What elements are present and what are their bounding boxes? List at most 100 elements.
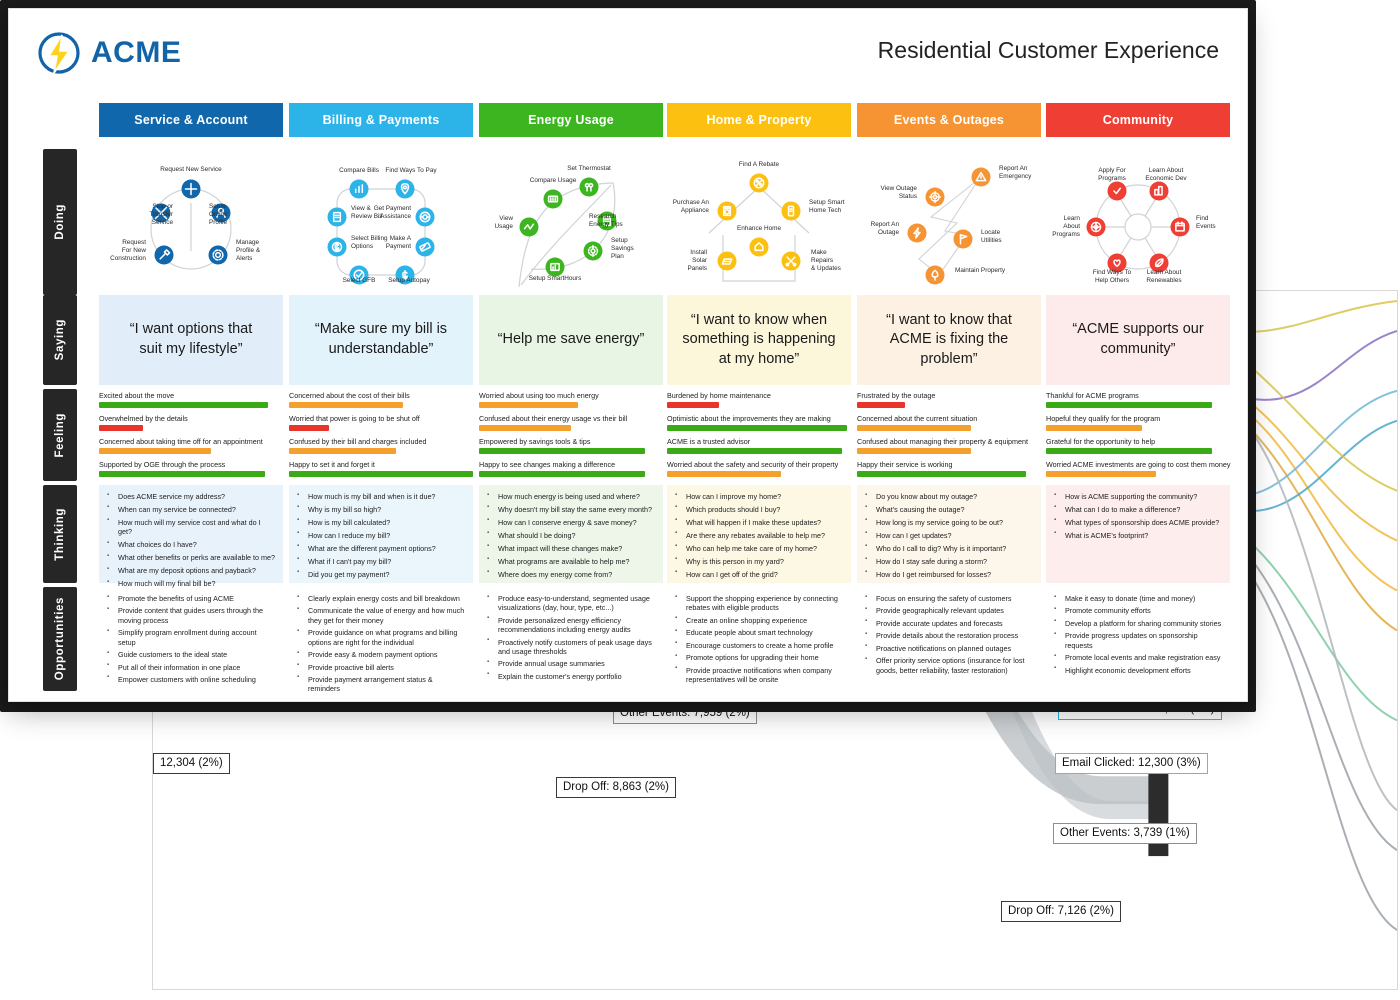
opportunity-item: Provide geographically relevant updates (863, 606, 1033, 616)
doing-node-label[interactable]: Request For New Construction (94, 239, 146, 262)
opportunity-item: Provide proactive notifications when com… (673, 665, 843, 685)
feeling-label: Worried about using too much energy (479, 391, 599, 400)
feeling-bar (99, 448, 212, 454)
opportunity-item: Focus on ensuring the safety of customer… (863, 593, 1033, 603)
opportunity-item: Produce easy-to-understand, segmented us… (485, 594, 655, 613)
thinking-item: What are my deposit options and payback? (105, 566, 275, 576)
doing-node-label[interactable]: Compare Usage (519, 177, 587, 185)
saying-quote-events-outages: “I want to know that ACME is fixing the … (857, 295, 1041, 385)
doing-node-label[interactable]: Stop or Transfer Service (121, 203, 173, 226)
thinking-item: How is ACME supporting the community? (1052, 491, 1222, 501)
feeling-bar (857, 425, 972, 431)
doing-node-label[interactable]: Find Ways To Help Others (1078, 269, 1146, 285)
thinking-item: When can my service be connected? (105, 504, 275, 514)
doing-node-label[interactable]: Manage Profile & Alerts (236, 239, 288, 262)
doing-node-label[interactable]: Maintain Property (955, 267, 1007, 275)
column-header-service-account[interactable]: Service & Account (99, 103, 283, 137)
opportunity-item: Provide details about the restoration pr… (863, 631, 1033, 641)
doing-node-label[interactable]: View Usage (461, 215, 513, 231)
row-label-text: Opportunities (54, 597, 66, 681)
doing-node-label[interactable]: Enhance Home (725, 225, 793, 233)
doing-node-label[interactable]: Find Ways To Pay (377, 167, 445, 175)
thinking-item: What can I do to make a difference? (1052, 504, 1222, 514)
feeling-label: Optimistic about the improvements they a… (667, 414, 831, 423)
thinking-item: Where does my energy come from? (485, 569, 655, 579)
feeling-item: Confused by their bill and charges inclu… (289, 437, 473, 454)
journey-map-header: ACME Residential Customer Experience (9, 9, 1247, 87)
row-label-doing: Doing (43, 149, 77, 295)
feeling-label: Happy to set it and forget it (289, 460, 375, 469)
page-title: Residential Customer Experience (877, 37, 1219, 63)
column-header-label: Home & Property (706, 113, 812, 127)
feeling-item: Frustrated by the outage (857, 391, 1041, 408)
opportunity-item: Provide progress updates on sponsorship … (1052, 631, 1222, 650)
feeling-label: Concerned about taking time off for an a… (99, 437, 263, 446)
feeling-bar (1046, 448, 1212, 454)
opportunities-cell-community: Make it easy to donate (time and money) P… (1046, 587, 1230, 691)
opportunity-item: Promote options for upgrading their home (673, 653, 843, 663)
feeling-bar (479, 448, 645, 454)
doing-node-label[interactable]: Setup SmartHours (521, 275, 589, 283)
thinking-cell-billing-payments: How much is my bill and when is it due? W… (289, 485, 473, 583)
feeling-label: Burdened by home maintenance (667, 391, 771, 400)
thinking-item: How can I reduce my bill? (295, 530, 465, 540)
row-label-saying: Saying (43, 295, 77, 385)
doing-node-label[interactable]: Research Energy Tips (589, 213, 641, 229)
thinking-cell-energy-usage: How much energy is being used and where?… (479, 485, 663, 583)
doing-node-label[interactable]: Setup Online Profile (209, 203, 261, 226)
feeling-bar (289, 425, 330, 431)
feeling-item: Concerned about the cost of their bills (289, 391, 473, 408)
thinking-item: What will happen if I make these updates… (673, 517, 843, 527)
doing-node-label[interactable]: Setup Autopay (375, 277, 443, 285)
thinking-item: What other benefits or perks are availab… (105, 553, 275, 563)
feeling-item: Happy to set it and forget it (289, 460, 473, 477)
opportunity-item: Clearly explain energy costs and bill br… (295, 593, 465, 603)
doing-node-label[interactable]: Make A Payment (359, 235, 411, 251)
doing-node-label[interactable]: Purchase An Appliance (657, 199, 709, 215)
column-header-home-property[interactable]: Home & Property (667, 103, 851, 137)
thinking-item: How long is my service going to be out? (863, 517, 1033, 527)
feeling-label: Worried about the safety and security of… (667, 460, 839, 469)
feeling-bar (479, 471, 645, 477)
column-header-community[interactable]: Community (1046, 103, 1230, 137)
column-header-events-outages[interactable]: Events & Outages (857, 103, 1041, 137)
doing-node-label[interactable]: Report An Emergency (999, 165, 1051, 181)
thinking-item: How is my bill calculated? (295, 517, 465, 527)
column-header-label: Events & Outages (893, 113, 1005, 127)
opportunity-item: Highlight economic development efforts (1052, 665, 1222, 675)
doing-node-label[interactable]: Make Repairs & Updates (811, 249, 863, 272)
feeling-bar (99, 471, 265, 477)
opportunity-item: Empower customers with online scheduling (105, 674, 275, 684)
column-header-energy-usage[interactable]: Energy Usage (479, 103, 663, 137)
sankey-node-label: Email Clicked: 12,300 (3%) (1055, 753, 1208, 774)
doing-node-label[interactable]: Find Events (1196, 215, 1248, 231)
thinking-item: What if I can't pay my bill? (295, 556, 465, 566)
thinking-item: What's causing the outage? (863, 504, 1033, 514)
feeling-cell-energy-usage: Worried about using too much energy Confu… (479, 389, 663, 481)
doing-cell-home-property: Find A Rebate Purchase An Appliance Setup … (667, 149, 851, 295)
doing-node-label[interactable]: Install Solar Panels (655, 249, 707, 272)
doing-node-label[interactable]: Setup Smart Home Tech (809, 199, 861, 215)
doing-node-label[interactable]: Learn About Economic Dev (1132, 167, 1200, 183)
doing-node-label[interactable]: Get Payment Assistance (359, 205, 411, 221)
opportunity-item: Provide proactive bill alerts (295, 662, 465, 672)
feeling-cell-service-account: Excited about the move Overwhelmed by the… (99, 389, 283, 481)
feeling-bar (479, 425, 571, 431)
doing-node-label[interactable]: Locate Utilities (981, 229, 1033, 245)
feeling-bar (667, 471, 782, 477)
sankey-node-label: Other Events: 3,739 (1%) (1053, 823, 1197, 844)
feeling-bar (1046, 402, 1212, 408)
feeling-bar (857, 402, 905, 408)
doing-node-label[interactable]: View Outage Status (865, 185, 917, 201)
feeling-item: Happy their service is working (857, 460, 1041, 477)
doing-node-label[interactable]: Set Thermostat (555, 165, 623, 173)
column-header-billing-payments[interactable]: Billing & Payments (289, 103, 473, 137)
thinking-cell-community: How is ACME supporting the community? Wha… (1046, 485, 1230, 583)
doing-node-label[interactable]: Request New Service (157, 166, 225, 174)
doing-node-label[interactable]: Find A Rebate (725, 161, 793, 169)
feeling-item: Concerned about the current situation (857, 414, 1041, 431)
doing-node-label[interactable]: Learn About Programs (1028, 215, 1080, 238)
lightning-bolt-circle-icon (38, 32, 80, 74)
column-header-label: Service & Account (134, 113, 248, 127)
doing-node-label[interactable]: Report An Outage (847, 221, 899, 237)
